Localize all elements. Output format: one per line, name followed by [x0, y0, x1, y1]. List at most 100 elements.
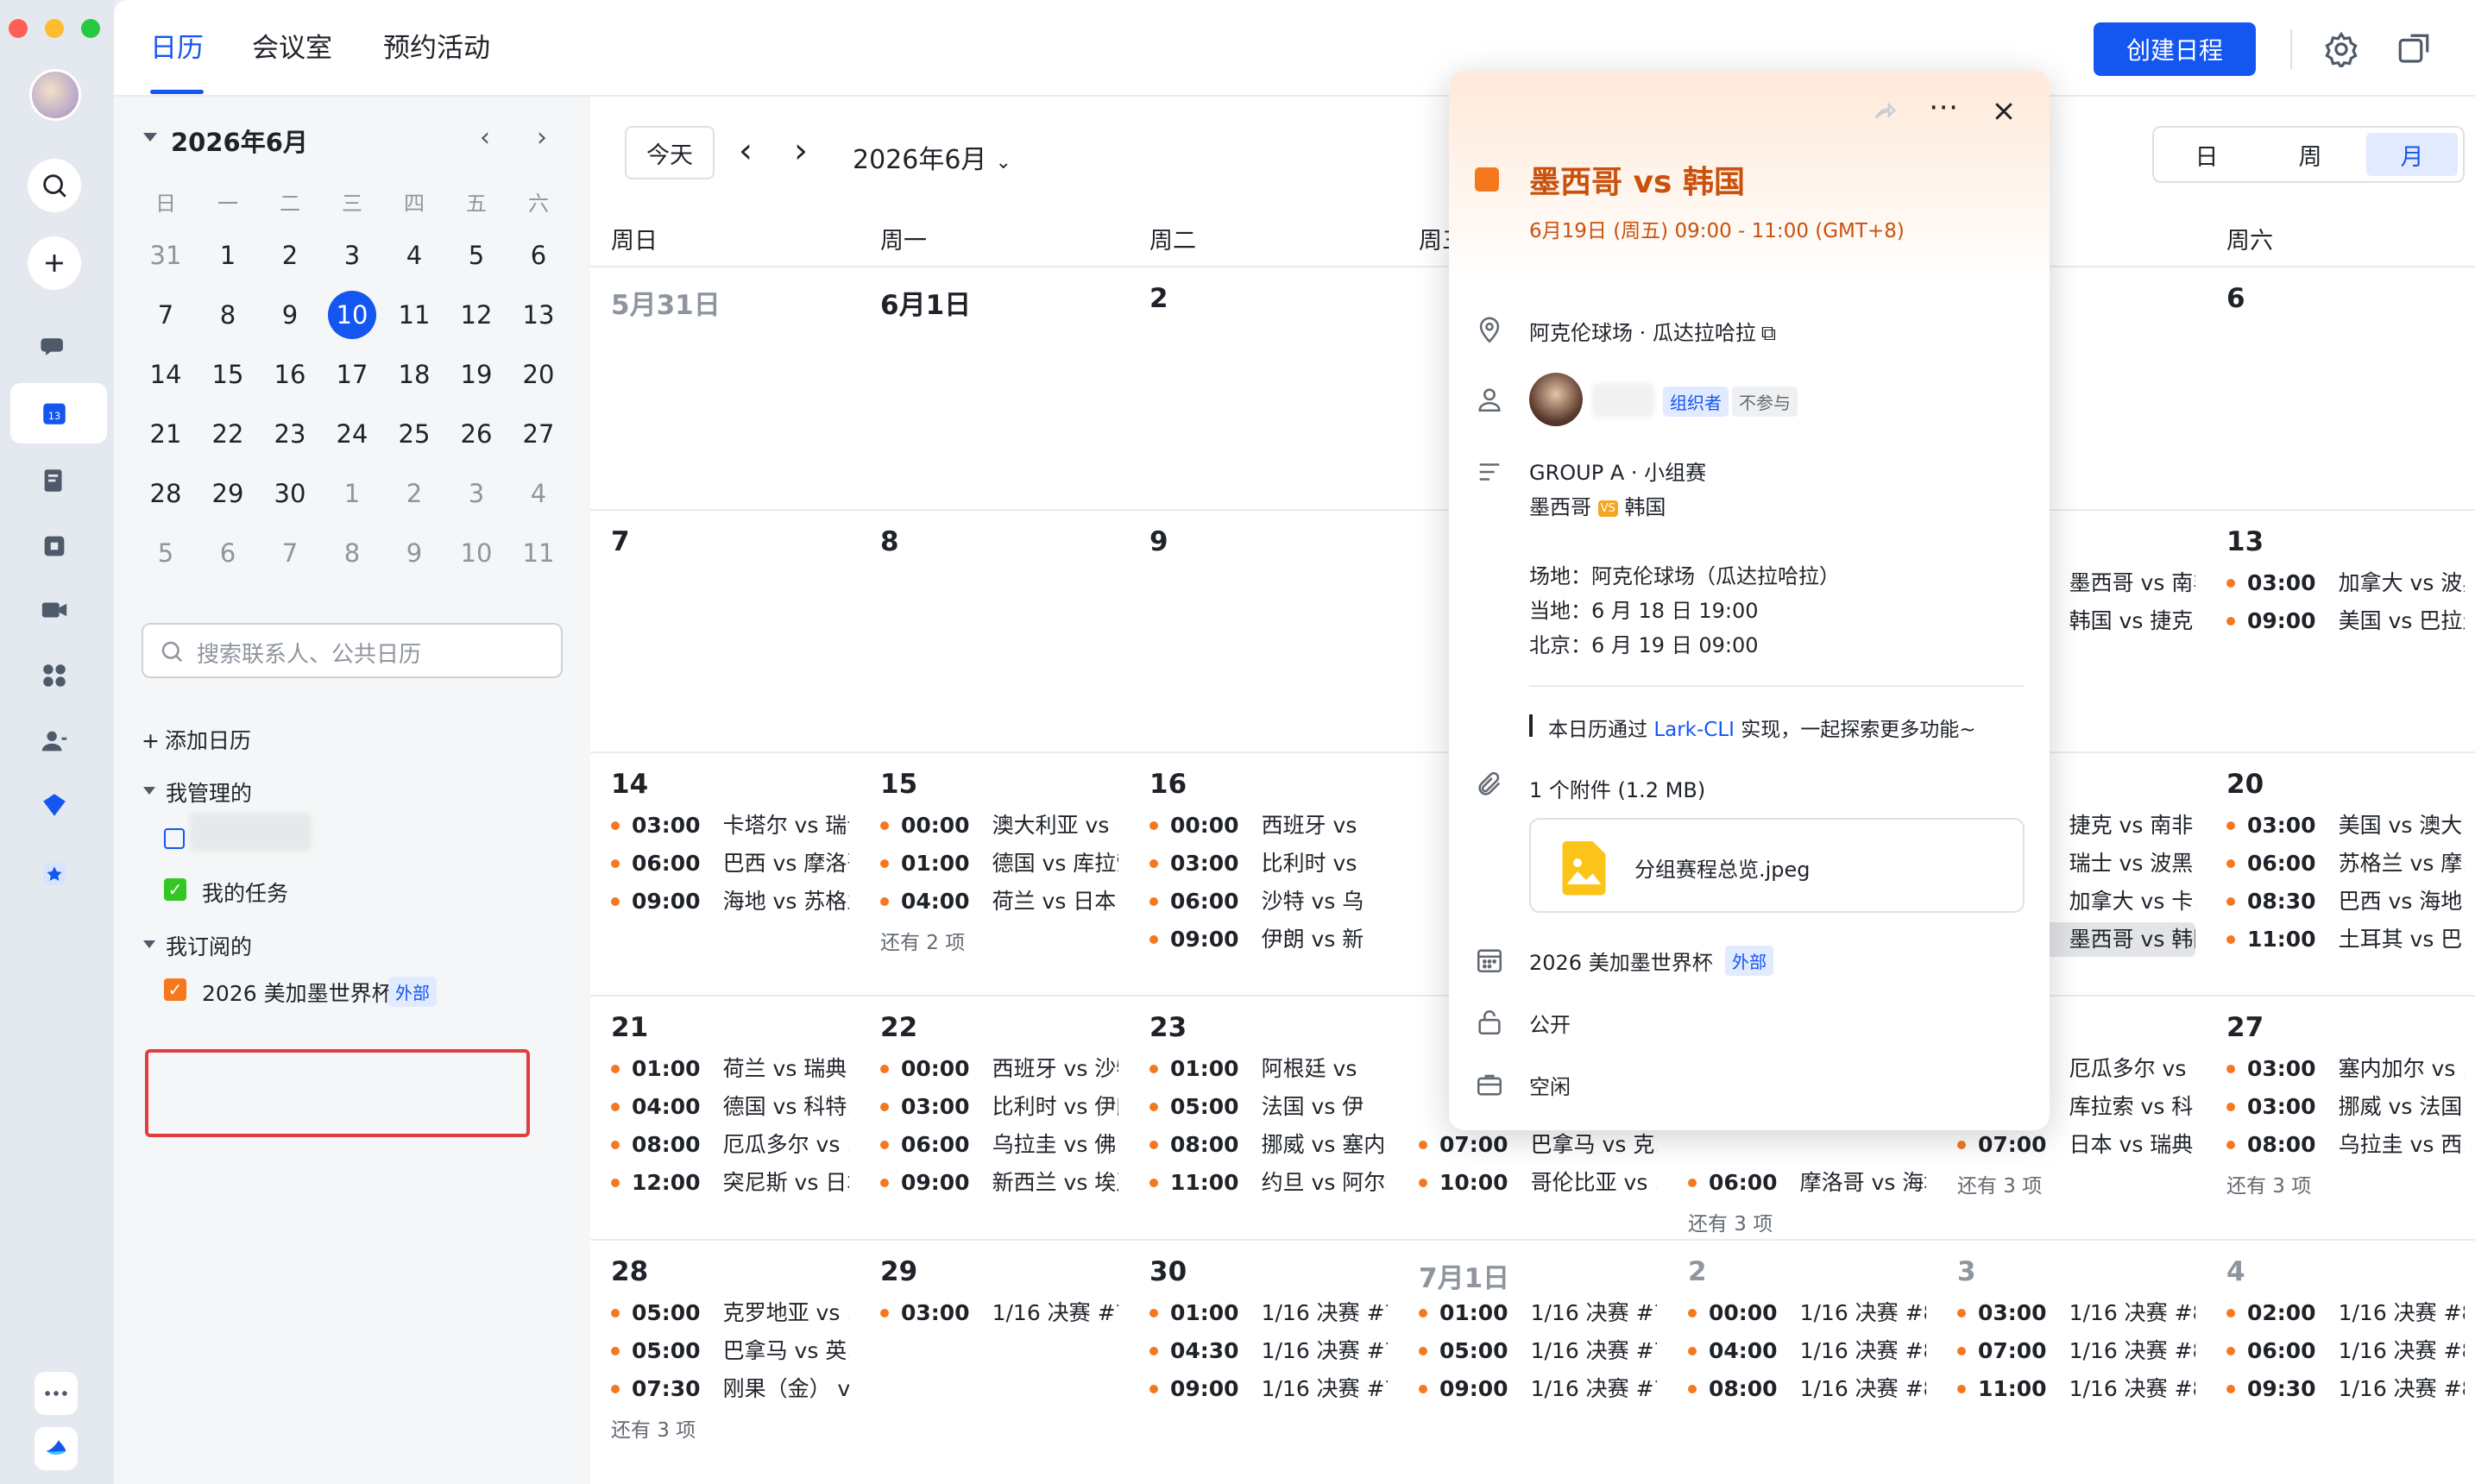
event-item[interactable]: 01:00 阿根廷 vs — [1143, 1052, 1388, 1086]
worldcup-calendar-label[interactable]: 2026 美加墨世界杯 — [202, 977, 394, 1008]
event-item[interactable]: 07:00 日本 vs 瑞典 — [1950, 1128, 2195, 1162]
contacts-icon[interactable] — [31, 718, 78, 764]
mini-day[interactable]: 9 — [383, 524, 445, 582]
event-item[interactable]: 07:00 1/16 决赛 #8... — [1950, 1334, 2195, 1368]
event-item[interactable]: 05:00 1/16 决赛 #7... — [1412, 1334, 1657, 1368]
day-cell[interactable]: 7 — [590, 511, 860, 752]
share-icon[interactable] — [1872, 98, 1898, 128]
search-icon[interactable] — [28, 159, 81, 212]
event-item[interactable]: 03:00 加拿大 vs 波黑 — [2220, 566, 2465, 601]
mini-next-month-chevron-icon[interactable]: › — [537, 123, 547, 153]
day-cell[interactable]: 8 — [860, 511, 1129, 752]
mini-day[interactable]: 14 — [135, 345, 197, 404]
event-item[interactable]: 09:00 美国 vs 巴拉圭 — [2220, 604, 2465, 638]
event-item[interactable]: 06:00 巴西 vs 摩洛哥 — [604, 846, 849, 881]
search-contacts-input[interactable]: 搜索联系人、公共日历 — [142, 623, 563, 678]
event-item[interactable]: 02:00 1/16 决赛 #8... — [2220, 1296, 2465, 1330]
more-apps-icon[interactable] — [35, 1372, 78, 1415]
mini-day[interactable]: 13 — [507, 286, 570, 344]
video-meeting-icon[interactable] — [31, 587, 78, 633]
managed-caret-icon[interactable] — [143, 787, 155, 795]
open-window-icon[interactable] — [2396, 31, 2432, 67]
docs-icon[interactable] — [31, 457, 78, 504]
close-icon[interactable] — [1991, 98, 2017, 128]
event-item[interactable]: 05:00 克罗地亚 vs ... — [604, 1296, 849, 1330]
app-icon[interactable] — [31, 851, 78, 897]
event-item[interactable]: 04:30 1/16 决赛 #7... — [1143, 1334, 1388, 1368]
event-item[interactable]: 01:00 1/16 决赛 #7... — [1412, 1296, 1657, 1330]
event-item[interactable]: 04:00 1/16 决赛 #8... — [1681, 1334, 1926, 1368]
workplace-icon[interactable] — [31, 652, 78, 699]
mini-day[interactable]: 6 — [507, 226, 570, 285]
event-item[interactable]: 06:00 1/16 决赛 #8... — [2220, 1334, 2465, 1368]
mini-day[interactable]: 21 — [135, 405, 197, 463]
event-item[interactable]: 08:00 乌拉圭 vs 西... — [2220, 1128, 2465, 1162]
lark-cli-link[interactable]: Lark-CLI — [1653, 719, 1735, 741]
mini-day[interactable]: 9 — [259, 286, 321, 344]
mini-day[interactable]: 1 — [321, 464, 383, 523]
mini-day[interactable]: 20 — [507, 345, 570, 404]
mini-day[interactable]: 27 — [507, 405, 570, 463]
mini-day[interactable]: 3 — [445, 464, 507, 523]
event-item[interactable]: 08:00 厄瓜多尔 vs ... — [604, 1128, 849, 1162]
mini-day[interactable]: 19 — [445, 345, 507, 404]
minimize-window-button[interactable] — [45, 19, 64, 38]
event-item[interactable]: 10:00 哥伦比亚 vs ... — [1412, 1166, 1657, 1200]
calendar-icon[interactable]: 13 — [31, 390, 78, 437]
event-item[interactable]: 07:00 巴拿马 vs 克... — [1412, 1128, 1657, 1162]
mini-day[interactable]: 31 — [135, 226, 197, 285]
mini-day[interactable]: 23 — [259, 405, 321, 463]
event-item[interactable]: 08:30 巴西 vs 海地 — [2220, 884, 2465, 919]
mini-day[interactable]: 25 — [383, 405, 445, 463]
day-cell[interactable]: 303:001/16 决赛 #8...07:001/16 决赛 #8...11:… — [1937, 1241, 2206, 1482]
mini-day[interactable]: 6 — [197, 524, 259, 582]
mini-day[interactable]: 16 — [259, 345, 321, 404]
mini-day[interactable]: 22 — [197, 405, 259, 463]
event-item[interactable]: 09:00 伊朗 vs 新 — [1143, 922, 1388, 957]
mini-day[interactable]: 7 — [135, 286, 197, 344]
event-item[interactable]: 03:00 卡塔尔 vs 瑞士 — [604, 808, 849, 843]
day-cell[interactable]: 2 — [1129, 267, 1398, 509]
more-events-link[interactable]: 还有 3 项 — [1688, 1207, 1773, 1236]
tab-calendar[interactable]: 日历 — [150, 26, 204, 65]
day-cell[interactable]: 22 00:00 西班牙 vs 沙特 03:00 比利时 vs 伊朗 06:00 乌拉圭 v… — [860, 997, 1129, 1238]
mini-day[interactable]: 4 — [383, 226, 445, 285]
event-item[interactable]: 03:00 美国 vs 澳大... — [2220, 808, 2465, 843]
mini-day-today[interactable]: 10 — [328, 291, 376, 339]
event-item[interactable]: 09:00 新西兰 vs 埃及 — [873, 1166, 1118, 1200]
tab-booking[interactable]: 预约活动 — [383, 26, 490, 65]
event-item[interactable]: 01:00 1/16 决赛 #7... — [1143, 1296, 1388, 1330]
event-item[interactable]: 03:00 1/16 决赛 #7... — [873, 1296, 1118, 1330]
event-item[interactable]: 04:00 荷兰 vs 日本 — [873, 884, 1118, 919]
day-cell[interactable]: 5月31日 — [590, 267, 860, 509]
event-item[interactable]: 09:00 海地 vs 苏格兰 — [604, 884, 849, 919]
day-cell[interactable]: 15 00:00 澳大利亚 vs ... 01:00 德国 vs 库拉索 04:00 荷兰 … — [860, 753, 1129, 995]
event-item[interactable]: 03:00 塞内加尔 vs ... — [2220, 1052, 2465, 1086]
day-cell[interactable]: 29 03:00 1/16 决赛 #7... — [860, 1241, 1129, 1482]
mini-day[interactable]: 8 — [321, 524, 383, 582]
event-item[interactable]: 00:00 西班牙 vs 沙特 — [873, 1052, 1118, 1086]
event-item[interactable]: 01:00 荷兰 vs 瑞典 — [604, 1052, 849, 1086]
event-item[interactable]: 06:00 摩洛哥 vs 海地 — [1681, 1166, 1926, 1200]
event-location[interactable]: 阿克伦球场 · 瓜达拉哈拉 ⧉ — [1529, 316, 1776, 346]
mini-day[interactable]: 7 — [259, 524, 321, 582]
day-cell[interactable]: 9 — [1129, 511, 1398, 752]
mini-day[interactable]: 28 — [135, 464, 197, 523]
event-item[interactable]: 00:00 1/16 决赛 #8... — [1681, 1296, 1926, 1330]
day-cell[interactable]: 6 — [2206, 267, 2475, 509]
day-cell[interactable]: 23 01:00 阿根廷 vs 05:00 法国 vs 伊 08:00 挪威 vs 塞内..… — [1129, 997, 1398, 1238]
my-tasks-checkbox-check-icon[interactable]: ✓ — [164, 878, 186, 901]
mini-day[interactable]: 26 — [445, 405, 507, 463]
day-cell[interactable]: 21 01:00 荷兰 vs 瑞典 04:00 德国 vs 科特... 08:00 厄瓜多尔… — [590, 997, 860, 1238]
mini-day[interactable]: 5 — [445, 226, 507, 285]
mini-day[interactable]: 11 — [507, 524, 570, 582]
day-cell[interactable]: 16 00:00 西班牙 vs 03:00 比利时 vs 06:00 沙特 vs 乌 09:0… — [1129, 753, 1398, 995]
collapse-caret-icon[interactable] — [143, 133, 157, 141]
day-cell[interactable]: 3001:001/16 决赛 #7...04:301/16 决赛 #7...09… — [1129, 1241, 1398, 1482]
mini-day[interactable]: 8 — [197, 286, 259, 344]
event-item[interactable]: 12:00 突尼斯 vs 日本 — [604, 1166, 849, 1200]
mini-prev-month-chevron-icon[interactable]: ‹ — [480, 123, 490, 153]
event-item[interactable]: 06:00 沙特 vs 乌 — [1143, 884, 1388, 919]
event-item[interactable]: 09:00 1/16 决赛 #7... — [1143, 1372, 1388, 1406]
favorites-icon[interactable] — [31, 782, 78, 828]
